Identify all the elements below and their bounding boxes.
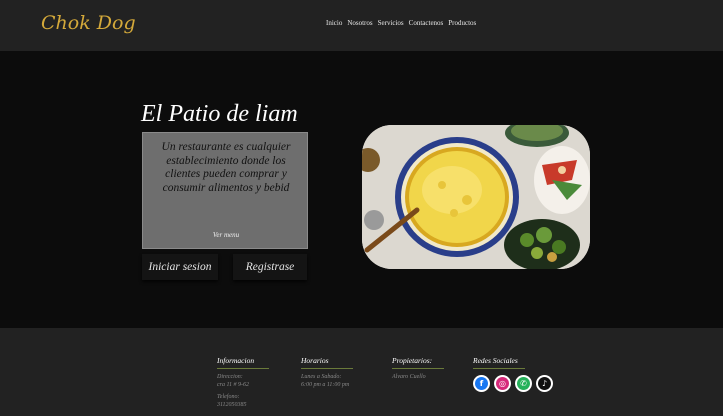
footer-social-column: Redes Sociales f ◎ ✆ ♪ xyxy=(473,348,553,392)
login-button[interactable]: Iniciar sesion xyxy=(142,254,218,280)
footer-owners-heading: Propietarios: xyxy=(392,356,444,369)
description-box: Un restaurante es cualquier establecimie… xyxy=(142,132,308,249)
hours-time: 6:00 pm a 11:00 pm xyxy=(301,381,350,388)
hero-title: El Patio de liam xyxy=(141,101,298,127)
footer xyxy=(0,328,723,416)
phone-label: Telefono: xyxy=(217,394,240,400)
social-icons: f ◎ ✆ ♪ xyxy=(473,375,553,392)
nav-link-nosotros[interactable]: Nosotros xyxy=(347,19,372,27)
navbar: Chok Dog Inicio Nosotros Servicios Conta… xyxy=(0,0,723,51)
footer-social-heading: Redes Sociales xyxy=(473,356,525,369)
footer-info-heading: Informacion xyxy=(217,356,269,369)
nav-link-contactenos[interactable]: Contactenos xyxy=(409,19,444,27)
hours-days: Lunes a Sabado: xyxy=(301,374,342,380)
footer-address: Direccion: cra 11 # 9-62 Telefono: 31120… xyxy=(217,374,269,409)
phone-value: 3112050385 xyxy=(217,401,247,408)
footer-hours: Lunes a Sabado: 6:00 pm a 11:00 pm xyxy=(301,374,353,389)
address-label: Direccion: xyxy=(217,374,243,380)
instagram-icon[interactable]: ◎ xyxy=(494,375,511,392)
footer-hours-column: Horarios Lunes a Sabado: 6:00 pm a 11:00… xyxy=(301,348,353,389)
owner-name: Alvaro Cuello xyxy=(392,374,426,380)
footer-info-column: Informacion Direccion: cra 11 # 9-62 Tel… xyxy=(217,348,269,409)
footer-owners-column: Propietarios: Alvaro Cuello xyxy=(392,348,444,382)
brand-logo[interactable]: Chok Dog xyxy=(41,12,136,34)
whatsapp-icon[interactable]: ✆ xyxy=(515,375,532,392)
register-button[interactable]: Registrase xyxy=(233,254,307,280)
food-image xyxy=(362,125,590,269)
description-text: Un restaurante es cualquier establecimie… xyxy=(161,141,291,194)
menu-link[interactable]: Ver menu xyxy=(143,231,309,239)
nav-link-inicio[interactable]: Inicio xyxy=(326,19,342,27)
nav-link-productos[interactable]: Productos xyxy=(448,19,476,27)
footer-hours-heading: Horarios xyxy=(301,356,353,369)
address-value: cra 11 # 9-62 xyxy=(217,381,250,388)
nav-link-servicios[interactable]: Servicios xyxy=(378,19,404,27)
nav-menu: Inicio Nosotros Servicios Contactenos Pr… xyxy=(326,19,476,27)
facebook-icon[interactable]: f xyxy=(473,375,490,392)
tiktok-icon[interactable]: ♪ xyxy=(536,375,553,392)
